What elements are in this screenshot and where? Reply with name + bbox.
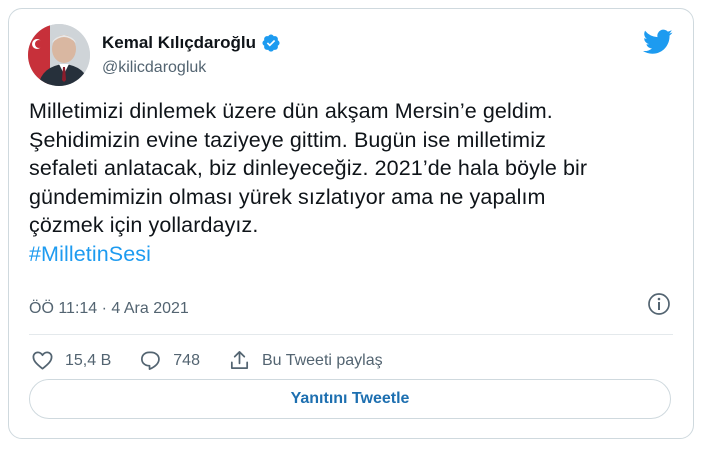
tweet-line: çözmek için yollardayız. bbox=[29, 213, 259, 238]
reply-button-label: Yanıtını Tweetle bbox=[290, 390, 410, 407]
avatar-image bbox=[28, 24, 90, 86]
heart-icon bbox=[32, 351, 53, 370]
like-count: 15,4 B bbox=[65, 351, 112, 369]
twitter-bird-icon[interactable] bbox=[643, 29, 673, 55]
tweet-line: Şehidimizin evine taziyeye gittim. Bugün… bbox=[29, 127, 546, 152]
share-label: Bu Tweeti paylaş bbox=[261, 351, 383, 369]
tweet-line: gündemimizin olması yürek sızlatıyor ama… bbox=[29, 184, 546, 209]
tweet-card: Kemal Kılıçdaroğlu @kilicdarogluk Millet… bbox=[8, 8, 694, 439]
tweet-timestamp[interactable]: ÖÖ 11:14 · 4 Ara 2021 bbox=[29, 300, 189, 318]
tweet-line: sefaleti anlatacak, biz dinleyeceğiz. 20… bbox=[29, 156, 588, 181]
divider bbox=[29, 334, 673, 335]
reply-tweet-button[interactable]: Yanıtını Tweetle bbox=[29, 379, 671, 419]
reply-count: 748 bbox=[173, 351, 200, 369]
avatar[interactable] bbox=[28, 24, 90, 86]
hashtag-link[interactable]: #MilletinSesi bbox=[29, 240, 679, 269]
author-name[interactable]: Kemal Kılıçdaroğlu bbox=[102, 33, 256, 53]
speech-bubble-icon bbox=[141, 351, 161, 370]
author-name-row[interactable]: Kemal Kılıçdaroğlu bbox=[102, 33, 281, 53]
share-button[interactable]: Bu Tweeti paylaş bbox=[228, 349, 383, 372]
info-icon[interactable] bbox=[647, 292, 671, 316]
reply-action-button[interactable]: 748 bbox=[139, 349, 200, 372]
tweet-line: Milletimizi dinlemek üzere dün akşam Mer… bbox=[29, 99, 553, 123]
like-button[interactable]: 15,4 B bbox=[31, 349, 111, 372]
author-handle[interactable]: @kilicdarogluk bbox=[102, 59, 206, 77]
verified-badge-icon bbox=[261, 33, 281, 53]
share-upload-icon bbox=[230, 351, 248, 370]
timestamp-text[interactable]: ÖÖ 11:14 · 4 Ara 2021 bbox=[29, 300, 189, 318]
action-bar: 15,4 B 748 Bu Tweeti paylaş bbox=[31, 349, 411, 372]
tweet-text: Milletimizi dinlemek üzere dün akşam Mer… bbox=[29, 97, 679, 269]
